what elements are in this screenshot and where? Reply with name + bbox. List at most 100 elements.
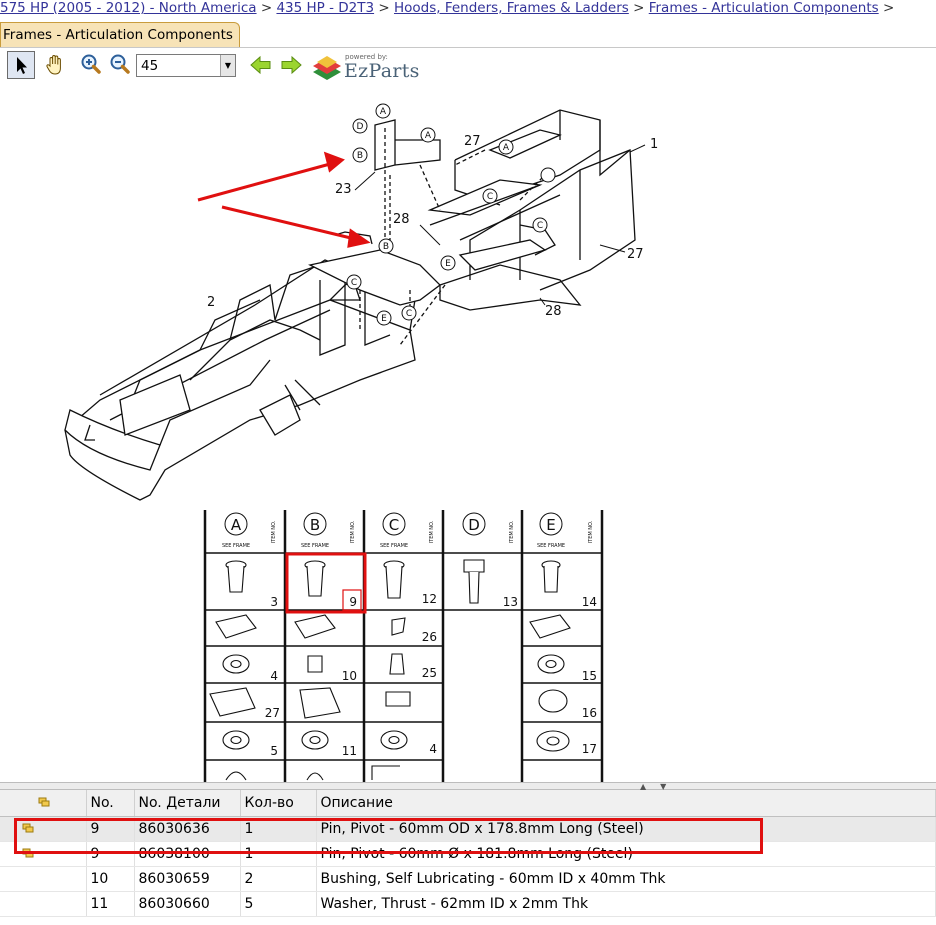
column-header-quantity[interactable]: Кол-во	[240, 790, 317, 817]
svg-text:SEE FRAME: SEE FRAME	[380, 543, 408, 549]
marker-a: A	[498, 139, 514, 155]
svg-text:SEE FRAME: SEE FRAME	[301, 543, 329, 549]
cell-description: Pin, Pivot - 60mm OD x 178.8mm Long (Ste…	[316, 816, 936, 842]
svg-text:A: A	[425, 131, 432, 141]
breadcrumb-link-engine[interactable]: 435 HP - D2T3	[276, 0, 374, 16]
svg-text:ITEM NO.: ITEM NO.	[429, 520, 435, 543]
marker-b: B	[352, 147, 368, 163]
column-header-no[interactable]: No.	[86, 790, 135, 817]
next-arrow-icon[interactable]	[277, 51, 305, 79]
callout-27: 27	[627, 247, 644, 262]
pan-hand-icon[interactable]	[41, 51, 69, 79]
svg-text:SEE FRAME: SEE FRAME	[537, 543, 565, 549]
svg-text:D: D	[468, 516, 480, 534]
svg-text:B: B	[310, 516, 320, 534]
cell-no: 9	[86, 816, 135, 842]
svg-text:17: 17	[582, 742, 597, 756]
tab-strip: Frames - Articulation Components	[0, 20, 936, 48]
viewer-toolbar: ▼ powered by: EzParts	[0, 48, 936, 85]
breadcrumb-separator: >	[260, 0, 273, 16]
cell-description: Pin, Pivot - 60mm Ø x 181.8mm Long (Stee…	[316, 841, 936, 867]
breadcrumb-separator: >	[633, 0, 645, 16]
cell-quantity: 5	[240, 891, 317, 917]
zoom-input[interactable]	[137, 55, 221, 76]
parts-diagram[interactable]: A A A B B C C C C D E E 1 2 23 27 27 28 …	[0, 86, 936, 782]
svg-text:E: E	[546, 516, 555, 534]
row-icon-cell	[0, 866, 87, 892]
table-row[interactable]: 9 86030636 1 Pin, Pivot - 60mm OD x 178.…	[0, 816, 936, 842]
prev-arrow-icon[interactable]	[247, 51, 275, 79]
column-header-description[interactable]: Описание	[316, 790, 936, 817]
svg-text:C: C	[351, 278, 357, 288]
callout-23: 23	[335, 182, 352, 197]
svg-text:5: 5	[270, 744, 278, 758]
column-header-icon[interactable]	[0, 790, 87, 817]
logo-text: EzParts	[344, 60, 420, 82]
svg-text:C: C	[406, 309, 412, 319]
cell-part-number: 86038100	[134, 841, 241, 867]
breadcrumb-link-section[interactable]: Hoods, Fenders, Frames & Ladders	[394, 0, 629, 16]
svg-text:A: A	[231, 516, 242, 534]
tab-frames-articulation[interactable]: Frames - Articulation Components	[0, 22, 240, 47]
svg-text:13: 13	[503, 595, 518, 609]
marker-c: C	[346, 274, 362, 290]
marker-c: C	[532, 217, 548, 233]
svg-text:15: 15	[582, 669, 597, 683]
zoom-in-icon[interactable]	[77, 51, 105, 79]
cell-quantity: 2	[240, 866, 317, 892]
marker-e: E	[376, 310, 392, 326]
svg-text:ITEM NO.: ITEM NO.	[350, 520, 356, 543]
table-header-row: No. No. Детали Кол-во Описание	[0, 790, 936, 817]
callout-28: 28	[393, 212, 410, 227]
marker-b: B	[378, 238, 394, 254]
legend-headers: A B C D E SEE FRAME SEE FRAME SEE FRAME …	[222, 512, 594, 549]
svg-text:16: 16	[582, 706, 597, 720]
cart-icon	[38, 795, 50, 807]
annotation-arrows	[197, 151, 371, 248]
svg-text:12: 12	[422, 592, 437, 606]
callout-28: 28	[545, 304, 562, 319]
table-row[interactable]: 10 86030659 2 Bushing, Self Lubricating …	[0, 866, 936, 892]
cell-description: Bushing, Self Lubricating - 60mm ID x 40…	[316, 866, 936, 892]
svg-text:ITEM NO.: ITEM NO.	[271, 520, 277, 543]
marker-a: A	[420, 127, 436, 143]
svg-text:25: 25	[422, 666, 437, 680]
marker-a: A	[375, 103, 391, 119]
svg-text:E: E	[445, 259, 451, 269]
svg-text:3: 3	[270, 595, 278, 609]
marker-c: C	[401, 305, 417, 321]
chevron-down-icon[interactable]: ▼	[220, 55, 235, 76]
svg-text:11: 11	[342, 744, 357, 758]
table-row[interactable]: 9 86038100 1 Pin, Pivot - 60mm Ø x 181.8…	[0, 841, 936, 867]
breadcrumb-link-model[interactable]: 575 HP (2005 - 2012) - North America	[0, 0, 257, 16]
table-row[interactable]: 11 86030660 5 Washer, Thrust - 62mm ID x…	[0, 891, 936, 917]
cell-part-number: 86030659	[134, 866, 241, 892]
marker-e: E	[440, 255, 456, 271]
svg-text:C: C	[389, 516, 399, 534]
zoom-select[interactable]: ▼	[136, 54, 236, 77]
svg-text:C: C	[537, 221, 543, 231]
svg-text:A: A	[503, 143, 510, 153]
breadcrumb-link-page[interactable]: Frames - Articulation Components	[649, 0, 879, 16]
svg-text:26: 26	[422, 630, 437, 644]
svg-text:9: 9	[349, 595, 357, 609]
pane-splitter[interactable]: ▲▼	[0, 782, 936, 791]
zoom-out-icon[interactable]	[106, 51, 134, 79]
cell-description: Washer, Thrust - 62mm ID x 2mm Thk	[316, 891, 936, 917]
svg-text:ITEM NO.: ITEM NO.	[509, 520, 515, 543]
cell-quantity: 1	[240, 816, 317, 842]
add-to-cart-icon[interactable]	[22, 846, 34, 858]
select-pointer-icon[interactable]	[7, 51, 35, 79]
parts-table: No. No. Детали Кол-во Описание 9 8603063…	[0, 790, 936, 917]
ezparts-logo[interactable]: powered by: EzParts	[311, 52, 421, 82]
row-icon-cell[interactable]	[0, 816, 87, 842]
row-icon-cell	[0, 891, 87, 917]
callout-27: 27	[464, 134, 481, 149]
breadcrumb: 575 HP (2005 - 2012) - North America > 4…	[0, 0, 936, 19]
svg-text:E: E	[381, 314, 387, 324]
callout-1: 1	[650, 137, 658, 152]
svg-text:B: B	[357, 151, 363, 161]
add-to-cart-icon[interactable]	[22, 821, 34, 833]
column-header-part-number[interactable]: No. Детали	[134, 790, 241, 817]
row-icon-cell[interactable]	[0, 841, 87, 867]
